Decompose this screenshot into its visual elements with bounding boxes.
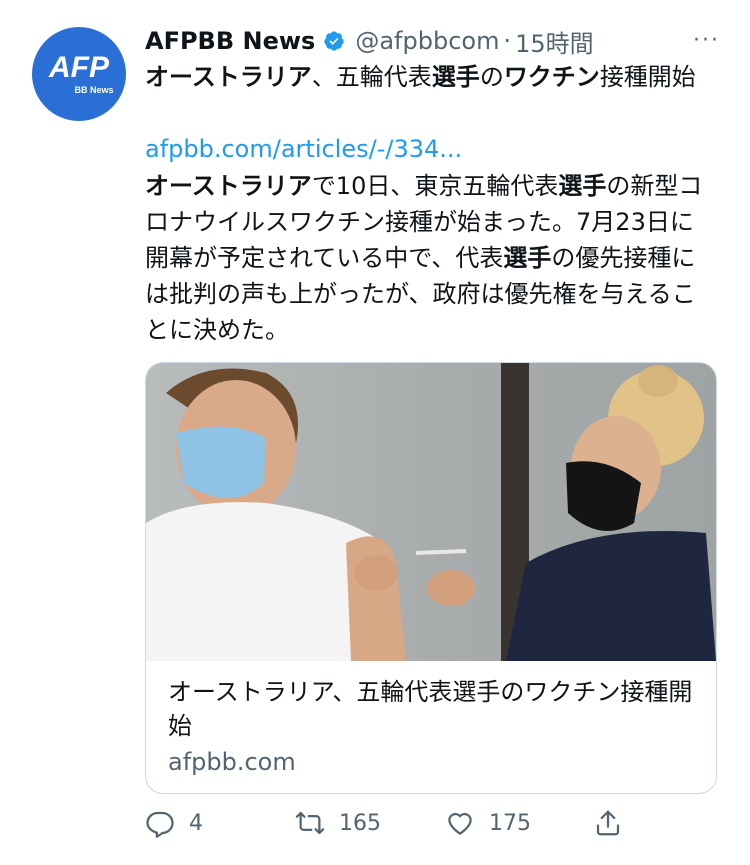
verified-icon [324,31,344,51]
heart-icon [448,812,472,835]
title-bold-1: オーストラリア [145,63,312,91]
separator: · [503,27,512,55]
like-count: 175 [489,810,531,836]
more-options-icon[interactable]: ··· [693,28,720,53]
title-bold-5: ワクチン [503,63,600,91]
timestamp[interactable]: 15時間 [515,24,594,59]
like-button[interactable]: 175 [445,808,531,838]
body-text-2: で10日、東京五輪代表 [311,172,559,200]
body-bold-5: 選手 [503,244,552,272]
title-text-4: の [479,63,504,91]
tweet-header: AFPBB News @afpbbcom · 15時間 ··· [145,24,720,58]
avatar-sub: BB News [74,85,114,95]
share-icon [596,810,620,836]
retweet-count: 165 [339,810,381,836]
card-domain: afpbb.com [168,748,296,776]
card-title: オーストラリア、五輪代表選手のワクチン接種開始 [168,678,693,740]
article-link[interactable]: afpbb.com/articles/-/334... [145,132,462,166]
reply-button[interactable]: 4 [145,808,203,838]
avatar[interactable]: AFP BB News [32,27,126,121]
reply-count: 4 [189,810,203,836]
avatar-logo: AFP [49,51,109,84]
title-text-2: 、五輪代表 [311,63,432,91]
tweet-body: オーストラリアで10日、東京五輪代表選手の新型コロナウイルスワクチン接種が始まっ… [145,168,715,348]
tweet-actions: 4 165 175 [145,808,645,848]
tweet-title: オーストラリア、五輪代表選手のワクチン接種開始 [145,60,710,94]
title-bold-3: 選手 [431,63,480,91]
reply-icon [146,811,174,838]
title-text-6: 接種開始 [599,63,696,91]
card-photo [146,363,716,661]
body-bold-3: 選手 [558,172,607,200]
display-name[interactable]: AFPBB News [145,27,315,55]
retweet-icon [295,811,325,835]
share-button[interactable] [593,808,637,838]
handle[interactable]: @afpbbcom [355,27,499,55]
retweet-button[interactable]: 165 [295,808,381,838]
body-bold-1: オーストラリア [145,172,312,200]
link-card[interactable]: オーストラリア、五輪代表選手のワクチン接種開始 afpbb.com [145,362,717,794]
